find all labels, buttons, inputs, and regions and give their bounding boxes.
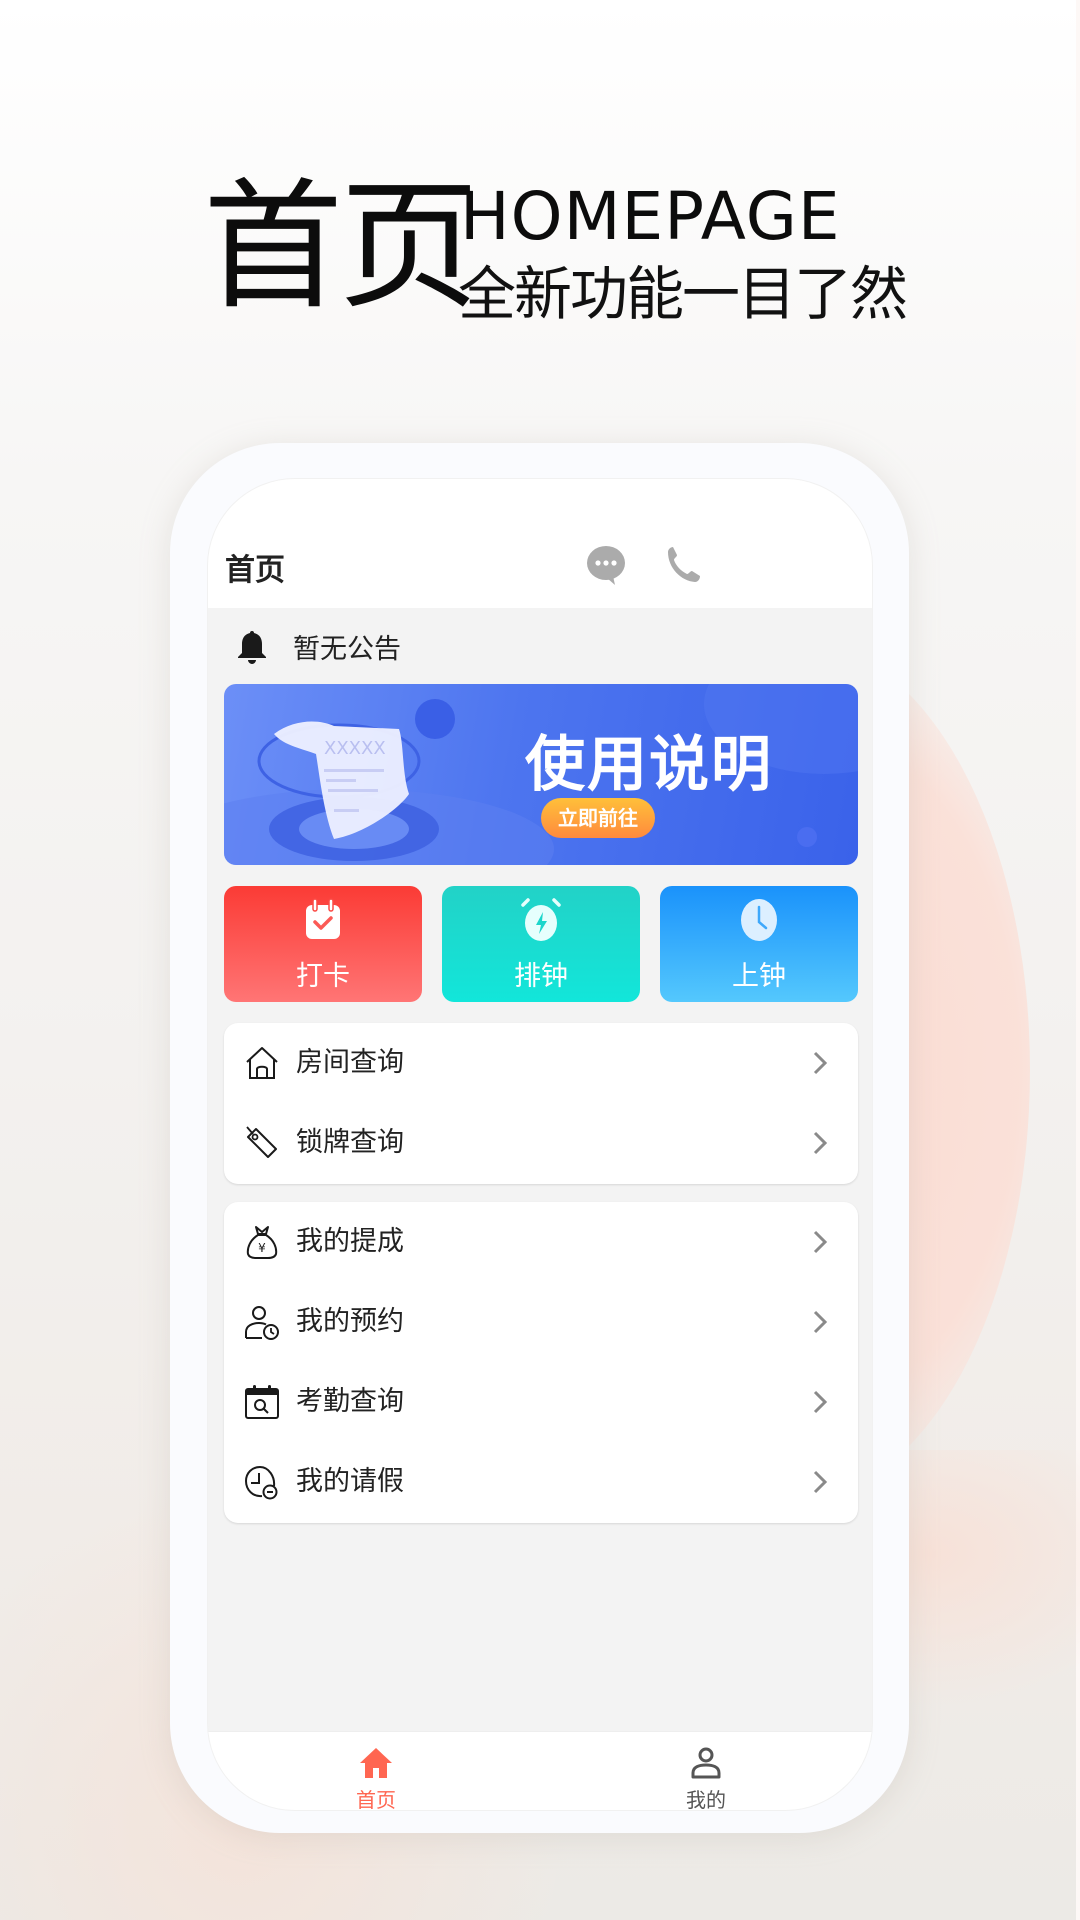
phone-icon[interactable] xyxy=(660,542,706,588)
menu-item-label: 考勤查询 xyxy=(296,1386,404,1417)
quick-action-schedule[interactable]: 排钟 xyxy=(442,886,640,1002)
menu-item-room-query[interactable]: 房间查询 xyxy=(224,1023,858,1103)
calendar-check-icon xyxy=(306,898,340,939)
user-clock-icon xyxy=(245,1306,279,1340)
tab-profile[interactable]: 我的 xyxy=(636,1732,776,1811)
page-title: 首页 xyxy=(225,553,285,588)
go-now-button[interactable]: 立即前往 xyxy=(541,798,655,838)
house-icon xyxy=(246,1047,278,1079)
menu-item-label: 锁牌查询 xyxy=(296,1127,404,1158)
money-bag-icon: ¥ xyxy=(246,1226,278,1259)
menu-item-label: 我的提成 xyxy=(296,1226,404,1257)
tab-label: 我的 xyxy=(686,1788,726,1811)
menu-item-label: 我的请假 xyxy=(296,1466,404,1497)
chevron-right-icon xyxy=(813,1131,828,1155)
quick-action-clock-in[interactable]: 打卡 xyxy=(224,886,422,1002)
quick-action-label: 上钟 xyxy=(732,961,786,992)
phone-screen: 首页 暂无公告 XXXXX 使用说明 立即前往 打卡 排钟 上钟 房间查询 锁牌… xyxy=(207,478,873,1811)
clock-minus-icon xyxy=(244,1465,278,1500)
quick-action-label: 排钟 xyxy=(514,961,568,992)
chevron-right-icon xyxy=(813,1310,828,1334)
tab-home[interactable]: 首页 xyxy=(306,1732,446,1811)
menu-group-query: 房间查询 锁牌查询 xyxy=(224,1023,858,1184)
bottom-tab-bar: 首页 我的 xyxy=(208,1731,872,1811)
user-icon xyxy=(691,1747,721,1779)
menu-item-attendance[interactable]: 考勤查询 xyxy=(224,1362,858,1442)
menu-item-appointments[interactable]: 我的预约 xyxy=(224,1282,858,1362)
chat-bubble-icon[interactable] xyxy=(583,542,629,588)
home-icon xyxy=(360,1748,392,1778)
notice-bar[interactable]: 暂无公告 xyxy=(208,608,872,684)
chevron-right-icon xyxy=(813,1470,828,1494)
menu-item-label: 房间查询 xyxy=(296,1047,404,1078)
notice-text: 暂无公告 xyxy=(293,634,401,665)
bell-icon xyxy=(238,631,266,664)
chevron-right-icon xyxy=(813,1390,828,1414)
tag-icon xyxy=(246,1126,277,1158)
menu-item-leave[interactable]: 我的请假 xyxy=(224,1442,858,1522)
menu-group-personal: ¥ 我的提成 我的预约 考勤查询 我的请假 xyxy=(224,1202,858,1523)
hero-title-cn: 首页 xyxy=(203,166,479,329)
clock-icon xyxy=(741,899,777,941)
hero-title-en: HOMEPAGE xyxy=(460,178,841,255)
banner-title: 使用说明 xyxy=(525,730,773,800)
quick-action-start-shift[interactable]: 上钟 xyxy=(660,886,858,1002)
instructions-banner[interactable]: XXXXX 使用说明 立即前往 xyxy=(224,684,858,865)
quick-action-label: 打卡 xyxy=(296,961,350,992)
illustration-text: XXXXX xyxy=(324,738,386,759)
calendar-search-icon xyxy=(245,1385,279,1419)
svg-text:¥: ¥ xyxy=(258,1241,266,1255)
chevron-right-icon xyxy=(813,1051,828,1075)
menu-item-label: 我的预约 xyxy=(296,1306,404,1337)
menu-item-commission[interactable]: ¥ 我的提成 xyxy=(224,1202,858,1282)
tab-label: 首页 xyxy=(356,1788,396,1811)
app-header: 首页 xyxy=(208,479,872,608)
menu-item-tag-query[interactable]: 锁牌查询 xyxy=(224,1103,858,1183)
hero-subtitle: 全新功能一目了然 xyxy=(458,260,908,328)
alarm-clock-icon xyxy=(521,898,561,941)
chevron-right-icon xyxy=(813,1230,828,1254)
